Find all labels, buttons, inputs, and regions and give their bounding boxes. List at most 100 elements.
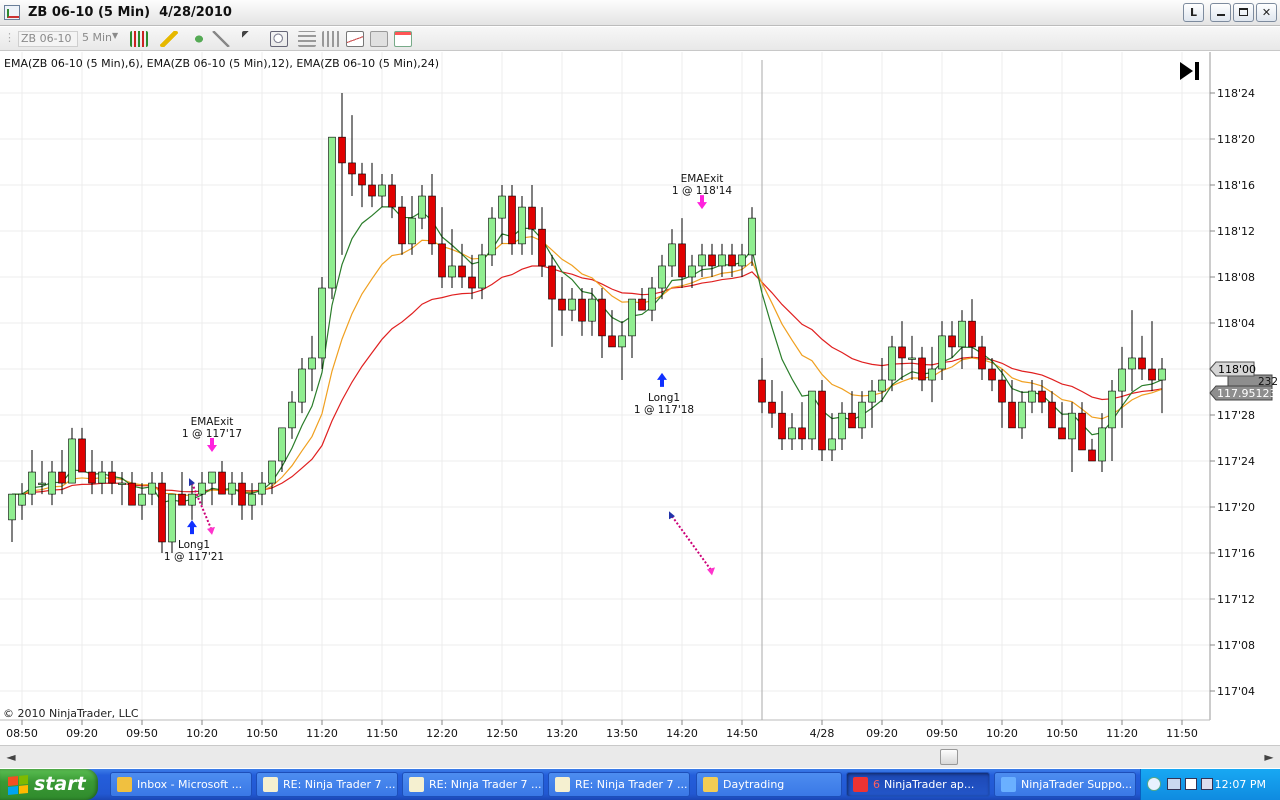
candle-body bbox=[88, 471, 96, 484]
price-tick-label: 118'08 bbox=[1217, 271, 1255, 284]
candle-body bbox=[708, 254, 716, 267]
candle-body bbox=[338, 136, 346, 164]
candle-body bbox=[28, 471, 36, 495]
link-button[interactable]: L bbox=[1183, 3, 1204, 22]
windows-taskbar: start Inbox - Microsoft ... RE: Ninja Tra… bbox=[0, 769, 1280, 800]
close-button[interactable]: ✕ bbox=[1256, 3, 1277, 22]
restore-button[interactable] bbox=[1233, 3, 1254, 22]
task-badge: 6 bbox=[873, 778, 880, 791]
trade-name-label: EMAExit bbox=[191, 416, 234, 428]
candle-body bbox=[958, 320, 966, 348]
taskbar-task[interactable]: RE: Ninja Trader 7 ... bbox=[402, 772, 544, 797]
candle-body bbox=[808, 390, 816, 440]
scroll-left-arrow[interactable]: ◄ bbox=[2, 748, 20, 766]
candle-body bbox=[918, 357, 926, 381]
candle-body bbox=[118, 482, 126, 485]
candle-body bbox=[508, 195, 516, 245]
scroll-right-arrow[interactable]: ► bbox=[1260, 748, 1278, 766]
taskbar-task[interactable]: 6 NinjaTrader ap... bbox=[846, 772, 990, 797]
candle-body bbox=[538, 228, 546, 267]
strategies-icon[interactable] bbox=[370, 31, 388, 47]
outlook-icon bbox=[117, 777, 132, 792]
scroll-thumb[interactable] bbox=[940, 749, 958, 765]
candle-body bbox=[1138, 357, 1146, 370]
properties-icon[interactable] bbox=[298, 31, 316, 47]
candle-body bbox=[968, 320, 976, 348]
pencil-icon[interactable] bbox=[160, 31, 178, 47]
time-tick-label: 09:20 bbox=[66, 727, 98, 740]
zoom-icon[interactable] bbox=[270, 31, 288, 47]
trade-detail-label: 1 @ 117'17 bbox=[182, 428, 242, 440]
candle-body bbox=[1068, 412, 1076, 440]
cursor-icon[interactable] bbox=[242, 31, 260, 47]
candle-body bbox=[248, 493, 256, 506]
safely-remove-icon[interactable] bbox=[1185, 778, 1197, 790]
candle-body bbox=[138, 493, 146, 506]
price-tick-label: 117'24 bbox=[1217, 455, 1255, 468]
candle-body bbox=[888, 346, 896, 381]
templates-icon[interactable] bbox=[394, 31, 412, 47]
candlestick-style-icon[interactable] bbox=[130, 31, 148, 47]
system-tray: 12:07 PM bbox=[1140, 769, 1280, 800]
trade-detail-label: 1 @ 118'14 bbox=[672, 185, 732, 197]
minimize-button[interactable] bbox=[1210, 3, 1231, 22]
taskbar-task[interactable]: Inbox - Microsoft ... bbox=[110, 772, 252, 797]
candle-body bbox=[1158, 368, 1166, 381]
candle-body bbox=[48, 471, 56, 495]
candle-body bbox=[1088, 449, 1096, 462]
end-bar-icon bbox=[1195, 62, 1199, 80]
ie-icon bbox=[1001, 777, 1016, 792]
candle-body bbox=[58, 471, 66, 484]
indicators-icon[interactable] bbox=[346, 31, 364, 47]
taskbar-task-label: RE: Ninja Trader 7 ... bbox=[575, 778, 688, 791]
plot-area bbox=[0, 52, 1210, 720]
taskbar-task[interactable]: RE: Ninja Trader 7 ... bbox=[548, 772, 690, 797]
horizontal-scrollbar[interactable]: ◄ ► bbox=[0, 745, 1280, 768]
time-tick-label: 10:20 bbox=[186, 727, 218, 740]
data-box-icon[interactable] bbox=[322, 31, 340, 47]
candle-body bbox=[568, 298, 576, 311]
candle-body bbox=[1028, 390, 1036, 403]
start-button[interactable]: start bbox=[0, 769, 98, 800]
candle-body bbox=[1058, 427, 1066, 440]
price-tick-label: 117'04 bbox=[1217, 685, 1255, 698]
minimize-icon bbox=[1216, 14, 1225, 16]
candle-body bbox=[208, 471, 216, 484]
price-tick-label: 117'28 bbox=[1217, 409, 1255, 422]
trade-detail-label: 1 @ 117'21 bbox=[164, 551, 224, 563]
candle-body bbox=[928, 368, 936, 381]
candle-body bbox=[188, 493, 196, 506]
crosshair-plus-icon[interactable] bbox=[190, 31, 208, 47]
mail-icon bbox=[263, 777, 278, 792]
candle-body bbox=[848, 412, 856, 429]
restore-icon bbox=[1239, 8, 1248, 16]
price-badges: 232117.95123118'00 bbox=[1209, 361, 1278, 401]
taskbar-task-label: RE: Ninja Trader 7 ... bbox=[429, 778, 542, 791]
candle-body bbox=[608, 335, 616, 348]
draw-line-icon[interactable] bbox=[212, 31, 230, 47]
candle bbox=[318, 277, 326, 369]
time-tick-label: 10:20 bbox=[986, 727, 1018, 740]
instrument-selector[interactable]: ZB 06-10 bbox=[18, 31, 78, 47]
taskbar-task[interactable]: Daytrading bbox=[696, 772, 842, 797]
candle-body bbox=[98, 471, 106, 484]
candle-body bbox=[828, 438, 836, 451]
price-chart[interactable]: Long11 @ 117'21EMAExit1 @ 117'17Long11 @… bbox=[0, 52, 1280, 744]
volume-icon[interactable] bbox=[1201, 778, 1213, 790]
candle-body bbox=[298, 368, 306, 403]
candle-body bbox=[368, 184, 376, 197]
trade-detail-label: 1 @ 117'18 bbox=[634, 404, 694, 416]
candle-body bbox=[1048, 401, 1056, 429]
candle-body bbox=[258, 482, 266, 495]
candle-body bbox=[728, 254, 736, 267]
ninjatrader-icon bbox=[853, 777, 868, 792]
network-icon[interactable] bbox=[1167, 778, 1181, 790]
taskbar-task[interactable]: NinjaTrader Suppo... bbox=[994, 772, 1136, 797]
interval-selector[interactable]: 5 Min bbox=[82, 31, 112, 47]
time-tick-label: 13:20 bbox=[546, 727, 578, 740]
tray-back-icon[interactable] bbox=[1147, 777, 1161, 791]
candle-body bbox=[238, 482, 246, 506]
taskbar-task[interactable]: RE: Ninja Trader 7 ... bbox=[256, 772, 398, 797]
time-tick-label: 09:50 bbox=[926, 727, 958, 740]
candle-body bbox=[308, 357, 316, 370]
